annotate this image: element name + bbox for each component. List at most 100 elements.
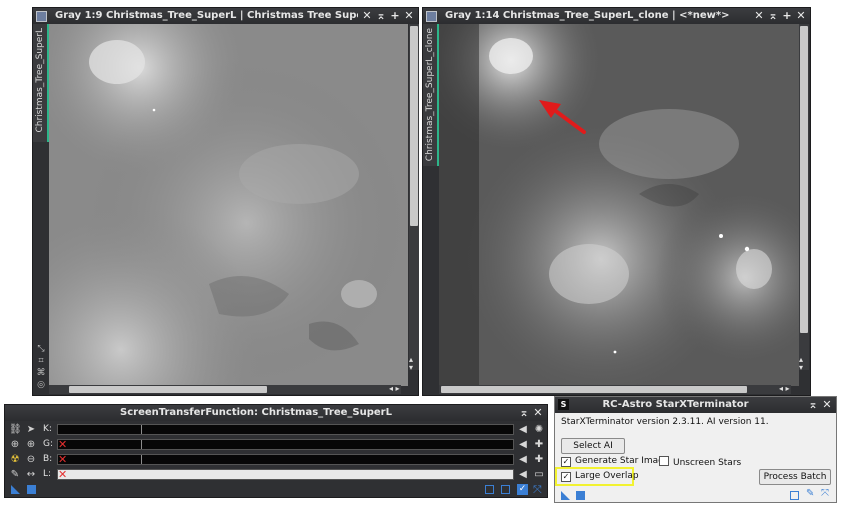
expand-icon[interactable]: ⤧ (533, 483, 542, 497)
unscreen-stars-checkbox[interactable]: Unscreen Stars (659, 456, 741, 468)
stf-track-g[interactable] (57, 439, 514, 450)
unscreen-stars-label: Unscreen Stars (673, 458, 742, 468)
minimize-icon[interactable]: ⌅ (519, 405, 529, 421)
auto-stretch-icon[interactable]: ✺ (533, 424, 545, 435)
stf-row-k: ⛓ ➤ K: ◀ ✺ (9, 424, 543, 437)
pointer-icon[interactable]: ➤ (25, 424, 37, 436)
right-horizontal-scrollbar[interactable] (439, 385, 791, 394)
radiation-icon[interactable]: ☢ (9, 454, 21, 466)
horizontal-arrows-icon[interactable]: ↔ (25, 469, 37, 481)
unscreen-stars-check[interactable] (659, 456, 669, 466)
wrench-icon[interactable]: ✎ (9, 469, 21, 481)
preferences-icon[interactable] (485, 485, 494, 494)
shade-button[interactable]: ✕ (754, 8, 764, 24)
close-icon[interactable]: ✕ (404, 8, 414, 24)
stf-title: ScreenTransferFunction: Christmas_Tree_S… (120, 407, 392, 418)
channel-label: G: (43, 439, 54, 449)
left-window-title: Gray 1:9 Christmas_Tree_SuperL | Christm… (55, 10, 358, 21)
close-icon[interactable]: ✕ (822, 397, 832, 413)
minimize-icon[interactable]: ⌅ (808, 397, 818, 413)
right-window-titlebar[interactable]: Gray 1:14 Christmas_Tree_SuperL_clone | … (423, 8, 810, 24)
maximize-icon[interactable]: + (782, 8, 792, 24)
stf-track-b[interactable] (57, 454, 514, 465)
left-horizontal-scrollbar[interactable] (49, 385, 401, 394)
check-icon[interactable]: ✓ (517, 484, 528, 495)
stf-track-k[interactable] (57, 424, 514, 435)
reset-channel-icon[interactable]: ◀ (517, 469, 529, 480)
grid-icon[interactable]: ✚ (533, 439, 545, 450)
left-vscroll-arrows[interactable]: ▴ ▾ (409, 356, 413, 372)
preferences-icon[interactable] (790, 491, 799, 500)
sxt-version-text: StarXTerminator version 2.3.11. AI versi… (561, 417, 769, 427)
close-icon[interactable]: ✕ (796, 8, 806, 24)
channel-label: L: (43, 469, 52, 479)
zoom-fit-icon[interactable]: ⤡ (33, 344, 49, 356)
right-image-window[interactable]: Gray 1:14 Christmas_Tree_SuperL_clone | … (422, 7, 811, 396)
stf-window[interactable]: ScreenTransferFunction: Christmas_Tree_S… (4, 404, 548, 498)
generate-star-image-check[interactable]: ✓ (561, 457, 571, 467)
tab-christmas-tree-superl[interactable]: Christmas_Tree_SuperL (33, 24, 50, 142)
window-menu-icon[interactable] (426, 11, 437, 22)
shade-button[interactable]: ✕ (362, 8, 372, 24)
tab-christmas-tree-superl-clone[interactable]: Christmas_Tree_SuperL_clone (423, 24, 440, 166)
tab-label: Christmas_Tree_SuperL_clone (425, 28, 435, 162)
left-image-canvas[interactable] (49, 24, 408, 386)
tab-label: Christmas_Tree_SuperL (35, 28, 45, 133)
preview-icon[interactable]: ◎ (33, 380, 49, 392)
sxt-titlebar[interactable]: S RC-Astro StarXTerminator ⌅ ✕ (555, 397, 836, 413)
stf-row-l: ✎ ↔ L: ✕ ◀ ▭ (9, 468, 545, 482)
stf-titlebar[interactable]: ScreenTransferFunction: Christmas_Tree_S… (5, 405, 547, 421)
select-ai-button[interactable]: Select AI (561, 438, 625, 454)
apply-global-icon[interactable] (576, 491, 585, 500)
window-menu-icon[interactable] (36, 11, 47, 22)
left-horizontal-scroll-thumb[interactable] (69, 386, 267, 393)
starxterminator-window[interactable]: S RC-Astro StarXTerminator ⌅ ✕ StarXTerm… (554, 396, 837, 503)
monitor-icon[interactable]: ▭ (533, 469, 545, 480)
zoom-icon[interactable]: ⌘ (33, 368, 49, 380)
fit-view-icon[interactable]: ⌗ (33, 356, 49, 368)
maximize-icon[interactable]: + (390, 8, 400, 24)
large-overlap-checkbox[interactable]: ✓ Large Overlap (561, 471, 639, 482)
stf-row-g: ⊕ ⊕ G: ✕ ◀ ✚ (9, 438, 545, 452)
new-instance-icon[interactable] (11, 485, 20, 494)
left-vertical-scrollbar[interactable] (409, 24, 419, 370)
generate-star-image-label: Generate Star Image (575, 456, 670, 466)
zoom-out-icon[interactable]: ⊖ (25, 454, 37, 466)
disabled-x-icon: ✕ (58, 438, 68, 451)
right-window-title: Gray 1:14 Christmas_Tree_SuperL_clone | … (445, 10, 730, 21)
close-icon[interactable]: ✕ (533, 405, 543, 421)
stf-row-b: ☢ ⊖ B: ✕ ◀ ✚ (9, 453, 545, 467)
new-instance-icon[interactable] (561, 491, 570, 500)
right-image-canvas[interactable] (439, 24, 799, 386)
zoom-in-icon[interactable]: ⊕ (9, 439, 21, 451)
sxt-title: RC-Astro StarXTerminator (602, 399, 749, 410)
left-vertical-scroll-thumb[interactable] (410, 26, 418, 226)
reset-channel-icon[interactable]: ◀ (517, 424, 529, 435)
left-window-titlebar[interactable]: Gray 1:9 Christmas_Tree_SuperL | Christm… (33, 8, 418, 24)
reset-channel-icon[interactable]: ◀ (517, 439, 529, 450)
minimize-icon[interactable]: ⌅ (768, 8, 778, 24)
edit-icon[interactable] (501, 485, 510, 494)
right-horizontal-scroll-thumb[interactable] (441, 386, 747, 393)
wrench-icon[interactable]: ✎ (806, 488, 814, 499)
reset-channel-icon[interactable]: ◀ (517, 454, 529, 465)
minimize-icon[interactable]: ⌅ (376, 8, 386, 24)
disabled-x-icon: ✕ (58, 468, 68, 481)
left-scroll-arrows[interactable]: ◂ ▸ (389, 384, 400, 393)
apply-global-icon[interactable] (27, 485, 36, 494)
right-vertical-scroll-thumb[interactable] (800, 26, 808, 333)
zoom-out-icon[interactable]: ⊕ (25, 439, 37, 451)
process-batch-button[interactable]: Process Batch (759, 469, 831, 485)
grid-icon[interactable]: ✚ (533, 454, 545, 465)
stf-track-l[interactable] (57, 469, 514, 480)
channel-label: B: (43, 454, 53, 464)
right-vscroll-arrows[interactable]: ▴ ▾ (799, 356, 803, 372)
link-channels-icon[interactable]: ⛓ (9, 424, 22, 436)
generate-star-image-checkbox[interactable]: ✓ Generate Star Image (561, 456, 669, 467)
left-image-window[interactable]: Gray 1:9 Christmas_Tree_SuperL | Christm… (32, 7, 419, 396)
right-vertical-scrollbar[interactable] (799, 24, 809, 370)
stf-bottom-bar: ✓ ⤧ (5, 483, 547, 497)
right-scroll-arrows[interactable]: ◂ ▸ (779, 384, 790, 393)
large-overlap-check[interactable]: ✓ (561, 472, 571, 482)
expand-icon[interactable]: ⤧ (821, 488, 829, 499)
